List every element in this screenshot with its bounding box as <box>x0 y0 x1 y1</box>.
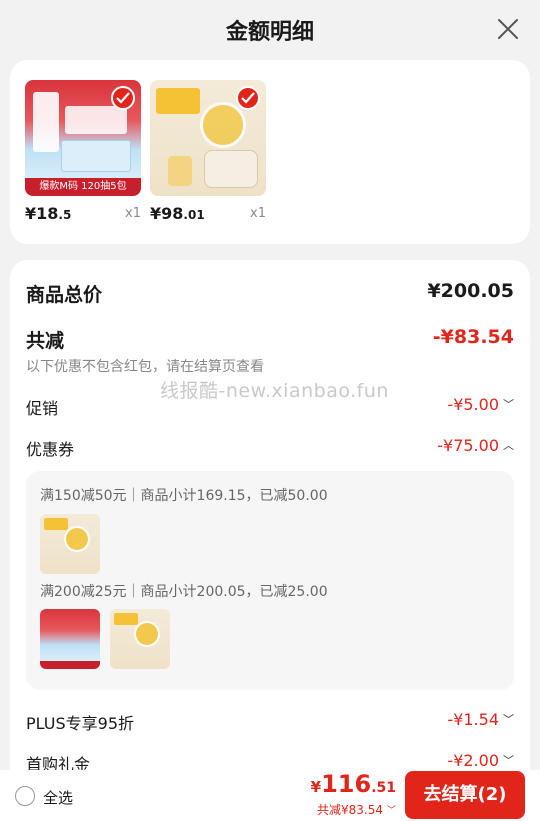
plus-value: -¥1.54 ﹀ <box>447 710 514 729</box>
modal-title: 金额明细 <box>225 20 314 45</box>
coupon-line: 满150减50元｜商品小计169.15，已减50.00 <box>40 488 328 504</box>
watermark: 线报酷-new.xianbao.fun <box>160 380 389 402</box>
coupon-breakdown: 满150减50元｜商品小计169.15，已减50.00 满200减25元｜商品小… <box>26 471 514 690</box>
gift-value: -¥2.00 ﹀ <box>447 751 514 770</box>
coupon-line: 满200减25元｜商品小计200.05，已减25.00 <box>40 584 328 600</box>
total-label: 商品总价 <box>26 284 103 306</box>
chevron-down-icon: ﹀ <box>503 754 514 767</box>
product-qty: x1 <box>250 206 266 221</box>
product-caption: 爆款M码 120抽5包 <box>25 178 141 196</box>
discount-note: 以下优惠不包含红包，请在结算页查看 <box>26 359 264 375</box>
coupon-product-thumb <box>40 609 100 669</box>
product-item[interactable]: ¥98.01 x1 <box>150 80 266 223</box>
promo-value: -¥5.00 ﹀ <box>447 395 514 414</box>
product-image <box>150 80 266 196</box>
chevron-down-icon: ﹀ <box>503 398 514 411</box>
product-price: ¥18.5 <box>25 204 72 223</box>
product-price: ¥98.01 <box>150 204 205 223</box>
total-price: ¥116.51 <box>310 770 396 798</box>
promo-label: 促销 <box>26 399 59 418</box>
coupon-value: -¥75.00 ︿ <box>437 436 514 455</box>
close-icon[interactable] <box>496 17 520 41</box>
saved-amount[interactable]: 共减¥83.54 ﹀ <box>317 801 396 818</box>
product-list: 爆款M码 120抽5包 ¥18.5 x1 ¥98.01 x1 <box>10 60 530 244</box>
chevron-up-icon: ︿ <box>503 439 514 452</box>
price-detail: 商品总价 ¥200.05 共减 -¥83.54 以下优惠不包含红包，请在结算页查… <box>10 260 530 821</box>
select-all-radio[interactable] <box>15 786 35 806</box>
chevron-down-icon: ﹀ <box>386 806 396 816</box>
coupon-product-thumb <box>110 609 170 669</box>
select-all-label[interactable]: 全选 <box>43 787 73 808</box>
checkout-button[interactable]: 去结算(2) <box>405 771 525 819</box>
coupon-label: 优惠券 <box>26 440 75 459</box>
product-item[interactable]: 爆款M码 120抽5包 ¥18.5 x1 <box>25 80 141 223</box>
checked-icon[interactable] <box>236 86 260 110</box>
chevron-down-icon: ﹀ <box>503 713 514 726</box>
total-value: ¥200.05 <box>427 280 514 302</box>
plus-label: PLUS专享95折 <box>26 714 134 733</box>
checked-icon[interactable] <box>111 86 135 110</box>
product-qty: x1 <box>125 206 141 221</box>
checkout-bar: 全选 ¥116.51 共减¥83.54 ﹀ 去结算(2) <box>0 770 540 821</box>
modal-header: 金额明细 <box>0 0 540 58</box>
discount-value: -¥83.54 <box>432 326 514 348</box>
coupon-product-thumb <box>40 514 100 574</box>
product-image: 爆款M码 120抽5包 <box>25 80 141 196</box>
discount-label: 共减 <box>26 330 65 352</box>
